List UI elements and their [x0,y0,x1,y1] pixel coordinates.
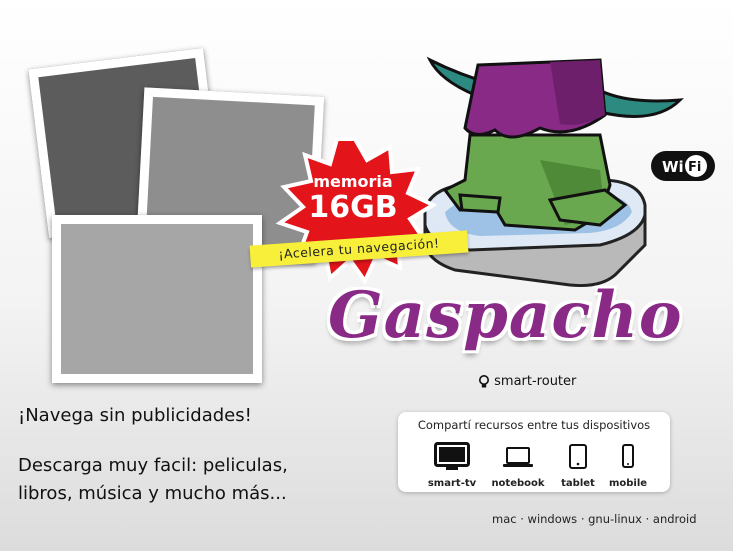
bulb-icon [479,374,489,387]
tagline-ads: ¡Navega sin publicidades! [18,405,252,426]
svg-text:Fi: Fi [688,160,701,175]
device-notebook: notebook [490,442,546,489]
photo-frame-3 [52,215,262,383]
device-smart-tv: smart-tv [424,442,480,489]
brand-subtitle: smart-router [478,374,576,389]
device-label: notebook [491,478,545,489]
device-label: smart-tv [427,478,477,489]
laptop-icon [503,447,533,467]
platforms-list: mac · windows · gnu-linux · android [492,512,697,526]
brand-logo: Gaspacho [328,278,683,353]
device-mobile: mobile [606,442,650,489]
memory-label: memoria [313,172,393,191]
device-label: mobile [608,478,648,489]
device-label: tablet [561,478,595,489]
svg-text:Wi: Wi [662,158,684,176]
device-tablet: tablet [558,442,598,489]
memory-size: 16GB [308,190,398,225]
device-share-box: Compartí recursos entre tus dispositivos… [398,412,670,492]
wifi-badge: Wi Fi [651,151,715,181]
tv-icon [434,442,470,470]
tagline-downloads: Descarga muy facil: peliculas, libros, m… [18,455,288,504]
subtitle-text: smart-router [494,374,577,389]
share-title: Compartí recursos entre tus dispositivos [417,418,651,432]
tablet-icon [569,444,587,469]
phone-icon [622,444,634,468]
